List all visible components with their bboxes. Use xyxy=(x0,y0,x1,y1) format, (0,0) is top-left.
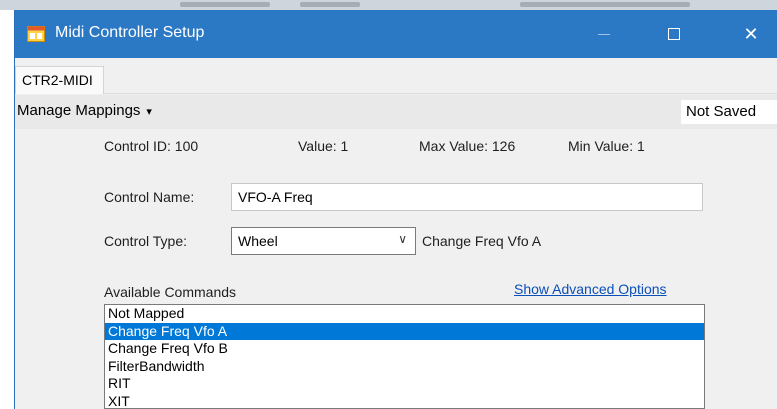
close-button[interactable]: ✕ xyxy=(728,10,774,58)
control-id-label: Control ID: 100 xyxy=(104,138,199,154)
background-window-strip xyxy=(0,0,777,10)
window-title: Midi Controller Setup xyxy=(55,24,205,41)
show-advanced-options-link[interactable]: Show Advanced Options xyxy=(514,281,667,297)
max-value-label: Max Value: 126 xyxy=(419,138,516,154)
list-item[interactable]: XIT xyxy=(105,393,704,409)
toolbar: Manage Mappings ▾ Not Saved xyxy=(15,95,777,129)
list-item[interactable]: RIT xyxy=(105,375,704,393)
mapping-panel: Control ID: 100 Value: 1 Max Value: 126 … xyxy=(73,129,733,409)
background-text-smudge xyxy=(300,2,360,7)
list-item-selected[interactable]: Change Freq Vfo A xyxy=(105,322,704,340)
control-type-value: Wheel xyxy=(238,233,278,249)
control-type-label: Control Type: xyxy=(104,233,188,249)
control-name-input[interactable]: VFO-A Freq xyxy=(231,183,703,211)
control-name-label: Control Name: xyxy=(104,189,195,205)
maximize-button[interactable] xyxy=(651,10,697,58)
list-item[interactable]: FilterBandwidth xyxy=(105,358,704,376)
maximize-icon xyxy=(668,28,680,40)
control-type-select[interactable]: Wheel ∨ xyxy=(231,227,416,255)
control-name-value: VFO-A Freq xyxy=(238,189,313,205)
min-value-label: Min Value: 1 xyxy=(568,138,645,154)
manage-mappings-label: Manage Mappings xyxy=(17,102,141,119)
control-value-label: Value: 1 xyxy=(298,138,349,154)
available-commands-label: Available Commands xyxy=(104,284,237,300)
chevron-down-icon: ∨ xyxy=(398,232,407,246)
available-commands-list[interactable]: Not Mapped Change Freq Vfo A Change Freq… xyxy=(104,304,705,409)
minimize-icon xyxy=(598,33,610,35)
close-icon: ✕ xyxy=(743,24,759,44)
midi-controller-setup-window: Midi Controller Setup ✕ CTR2-MIDI Manage… xyxy=(14,10,777,409)
title-bar[interactable]: Midi Controller Setup ✕ xyxy=(15,10,777,58)
minimize-button[interactable] xyxy=(581,10,627,58)
manage-mappings-menu[interactable]: Manage Mappings ▾ xyxy=(17,102,152,119)
save-status-label: Not Saved xyxy=(681,100,777,124)
tab-ctr2-midi[interactable]: CTR2-MIDI xyxy=(15,66,104,94)
background-text-smudge xyxy=(180,2,270,7)
list-item[interactable]: Not Mapped xyxy=(105,305,704,323)
caret-down-icon: ▾ xyxy=(146,106,152,118)
list-item[interactable]: Change Freq Vfo B xyxy=(105,340,704,358)
control-type-description: Change Freq Vfo A xyxy=(422,233,542,249)
app-window-icon xyxy=(27,26,45,42)
background-text-smudge xyxy=(520,2,690,7)
tab-strip: CTR2-MIDI xyxy=(15,58,777,94)
